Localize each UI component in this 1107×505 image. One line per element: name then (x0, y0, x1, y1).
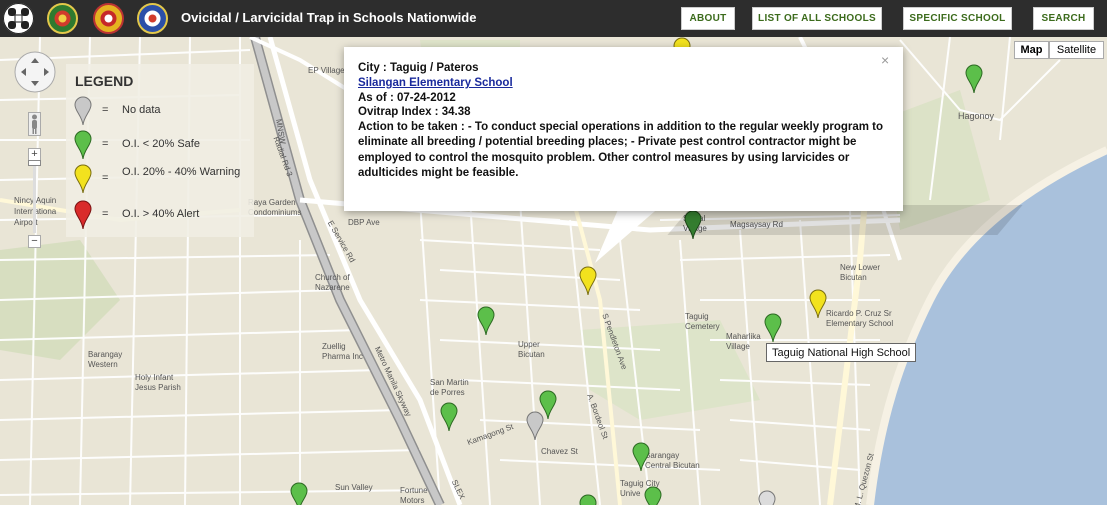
school-marker-safe[interactable] (290, 482, 308, 505)
map-label: Barangay Western (88, 350, 123, 369)
pegman-icon[interactable] (28, 112, 41, 136)
legend-panel: LEGEND = No data = O.I. < 20% Safe = O.I… (66, 64, 254, 237)
map-label: Church of Nazarene (315, 273, 350, 292)
app-title: Ovicidal / Larvicidal Trap in Schools Na… (181, 10, 477, 25)
search-button[interactable]: SEARCH (1033, 7, 1094, 30)
list-all-schools-button[interactable]: LIST OF ALL SCHOOLS (752, 7, 882, 30)
map-label: Zuellig Pharma Inc (322, 342, 363, 361)
map-label: Holy Infant Jesus Parish (135, 373, 181, 392)
map-label: Upper Bicutan (518, 340, 545, 359)
map-label: New Lower Bicutan (840, 263, 881, 282)
popup-ovitrap-index: Ovitrap Index : 34.38 (358, 106, 471, 118)
specific-school-button[interactable]: SPECIFIC SCHOOL (903, 7, 1012, 30)
map-type-satellite-button[interactable]: Satellite (1049, 41, 1104, 59)
school-marker-warning[interactable] (809, 289, 827, 319)
map-label: Chavez St (541, 447, 578, 456)
about-button[interactable]: ABOUT (681, 7, 735, 30)
school-marker-warning-selected[interactable] (579, 266, 597, 296)
legend-label: O.I. < 20% Safe (122, 138, 200, 150)
info-window: × City : Taguig / Pateros Silangan Eleme… (344, 47, 903, 211)
popup-city: City : Taguig / Pateros (358, 62, 479, 74)
seal-icon (47, 3, 78, 34)
school-marker-safe[interactable] (440, 402, 458, 432)
school-name-link[interactable]: Silangan Elementary School (358, 77, 513, 89)
map-label: Taguig Cemetery (685, 312, 720, 331)
marker-tooltip: Taguig National High School (766, 343, 917, 362)
app-logo-icon[interactable] (3, 3, 34, 34)
school-marker-safe[interactable] (644, 486, 662, 505)
map-label: Raya Garden Condominiums (248, 198, 302, 217)
legend-label: O.I. > 40% Alert (122, 208, 200, 220)
legend-item-warning: = O.I. 20% - 40% Warning (66, 164, 254, 194)
legend-eq: = (102, 172, 109, 184)
close-icon[interactable]: × (881, 52, 889, 68)
school-marker-no-data[interactable] (526, 411, 544, 441)
school-marker-no-data[interactable] (758, 490, 776, 505)
top-bar: Ovicidal / Larvicidal Trap in Schools Na… (0, 0, 1107, 37)
legend-item-alert: = O.I. > 40% Alert (66, 200, 254, 230)
legend-label: O.I. 20% - 40% Warning (122, 166, 241, 178)
map-type-map-button[interactable]: Map (1014, 41, 1049, 59)
zoom-slider-handle[interactable] (28, 160, 41, 166)
pan-control[interactable] (14, 51, 56, 93)
map-label: Barangay Central Bicutan (645, 451, 700, 470)
school-marker-safe[interactable] (965, 64, 983, 94)
info-window-tail (595, 205, 662, 263)
yellow-marker-icon (74, 164, 92, 197)
school-marker-safe[interactable] (477, 306, 495, 336)
map-label: DBP Ave (348, 218, 380, 227)
seal-icon (137, 3, 168, 34)
zoom-slider-track[interactable] (33, 163, 36, 233)
map-label: Ricardo P. Cruz Sr Elementary School (826, 309, 894, 328)
map-label: San Martin de Porres (430, 378, 469, 397)
gray-marker-icon (74, 96, 92, 129)
legend-item-safe: = O.I. < 20% Safe (66, 130, 254, 160)
school-marker-safe[interactable] (764, 313, 782, 343)
red-marker-icon (74, 200, 92, 233)
map-label: Fortune Motors (400, 486, 428, 505)
map-label: EP Village (308, 66, 345, 75)
legend-eq: = (102, 138, 109, 150)
map-label: Hagonoy (958, 111, 995, 121)
legend-eq: = (102, 104, 109, 116)
school-marker-safe[interactable] (579, 494, 597, 505)
zoom-out-button[interactable]: − (28, 235, 41, 248)
legend-item-no-data: = No data (66, 96, 254, 126)
map-label: Maharlika Village (726, 332, 761, 351)
legend-eq: = (102, 208, 109, 220)
popup-action-text: Action to be taken : - To conduct specia… (358, 121, 884, 179)
green-marker-icon (74, 130, 92, 163)
seal-icon (93, 3, 124, 34)
map-label: Sun Valley (335, 483, 373, 492)
popup-as-of: As of : 07-24-2012 (358, 92, 456, 104)
school-marker-safe[interactable] (632, 442, 650, 472)
legend-label: No data (122, 104, 161, 116)
legend-title: LEGEND (75, 73, 134, 89)
